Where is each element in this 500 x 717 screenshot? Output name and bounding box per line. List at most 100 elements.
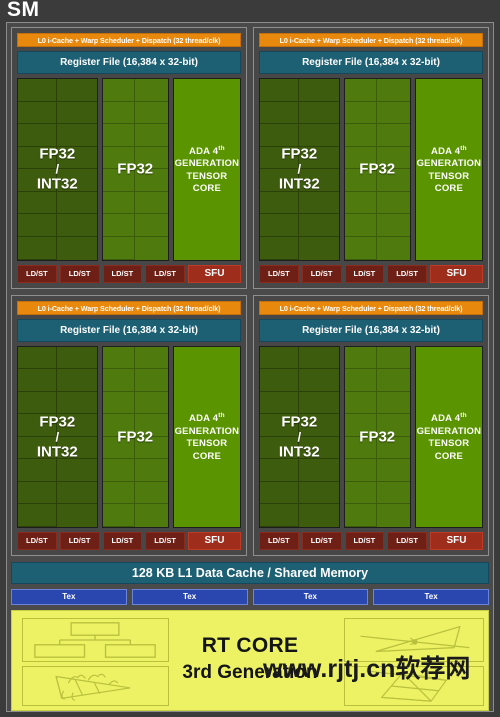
core-cell [344, 146, 378, 170]
core-cell [18, 459, 58, 482]
ldst-unit: LD/ST [145, 264, 185, 283]
sfu-unit: SFU [430, 264, 483, 283]
core-cell [57, 79, 97, 102]
core-cell [57, 192, 97, 215]
core-cell [260, 391, 300, 415]
ldst-sfu-row: LD/ST LD/ST LD/ST LD/ST SFU [17, 532, 241, 550]
tensor-core-line3: TENSOR CORE [186, 438, 228, 462]
core-cell [135, 169, 168, 192]
core-cell [18, 79, 58, 102]
core-cell [18, 391, 58, 415]
register-file-bar: Register File (16,384 x 32-bit) [17, 51, 241, 74]
register-file-bar: Register File (16,384 x 32-bit) [17, 318, 241, 342]
core-cell [344, 414, 378, 437]
ldst-unit: LD/ST [387, 264, 427, 283]
tensor-core-line3: TENSOR CORE [186, 170, 228, 195]
core-cell [102, 391, 136, 415]
core-cell [299, 79, 339, 102]
core-cell [135, 392, 168, 415]
core-cell [344, 79, 378, 102]
core-cell [57, 414, 97, 437]
fp32-block: FP32 [343, 78, 411, 261]
warp-scheduler-bar: L0 i-Cache + Warp Scheduler + Dispatch (… [17, 300, 241, 315]
ldst-unit: LD/ST [387, 532, 427, 550]
core-cell [57, 102, 97, 125]
core-cell [102, 369, 136, 392]
ldst-unit: LD/ST [59, 532, 100, 550]
core-area: FP32 / INT32 FP32 ADA 4th GENERATION TEN… [17, 345, 241, 528]
core-cell [377, 414, 410, 437]
core-cell [344, 459, 378, 482]
partition-top-left: L0 i-Cache + Warp Scheduler + Dispatch (… [11, 27, 247, 289]
tensor-core-line2: GENERATION [174, 425, 240, 437]
core-cell [135, 482, 168, 505]
core-cell [344, 391, 378, 415]
ldst-unit: LD/ST [344, 264, 385, 283]
fp32-int32-block: FP32 / INT32 [17, 345, 98, 528]
core-cell [18, 504, 58, 527]
tex-unit: Tex [373, 589, 489, 605]
sfu-unit: SFU [188, 532, 241, 550]
core-cell [377, 482, 410, 505]
tensor-core-block: ADA 4th GENERATION TENSOR CORE [172, 78, 241, 261]
core-cell [57, 392, 97, 415]
core-cell [377, 504, 410, 527]
core-cell [260, 214, 300, 237]
register-file-bar: Register File (16,384 x 32-bit) [259, 51, 483, 74]
core-cell [18, 481, 58, 505]
sfu-unit: SFU [188, 264, 241, 283]
ldst-sfu-row: LD/ST LD/ST LD/ST LD/ST SFU [259, 532, 483, 550]
core-cell [102, 169, 136, 192]
register-file-bar: Register File (16,384 x 32-bit) [259, 318, 483, 342]
core-cell [377, 437, 410, 460]
core-cell [135, 504, 168, 527]
partition-bottom-right: L0 i-Cache + Warp Scheduler + Dispatch (… [253, 294, 489, 556]
warp-scheduler-bar: L0 i-Cache + Warp Scheduler + Dispatch (… [259, 300, 483, 315]
tensor-core-sup: th [460, 144, 467, 152]
core-cell [18, 214, 58, 237]
core-cell [299, 169, 339, 192]
fp32-int32-block: FP32 / INT32 [259, 345, 340, 528]
core-cell [135, 459, 168, 482]
core-cell [18, 191, 58, 215]
tensor-core-line1: ADA 4 [189, 413, 219, 425]
core-cell [260, 369, 300, 392]
core-cell [377, 169, 410, 192]
core-cell [102, 436, 136, 460]
core-cell [135, 437, 168, 460]
core-cell [102, 236, 136, 260]
tensor-core-line1: ADA 4 [431, 145, 461, 157]
core-cell [377, 369, 410, 392]
tensor-core-sup: th [218, 144, 225, 152]
core-cell [18, 369, 58, 392]
core-cell [102, 101, 136, 125]
tensor-core-block: ADA 4th GENERATION TENSOR CORE [414, 345, 483, 528]
ldst-unit: LD/ST [301, 264, 342, 283]
core-cell [102, 124, 136, 147]
ldst-unit: LD/ST [102, 532, 143, 550]
tensor-core-line2: GENERATION [174, 158, 240, 170]
tensor-core-line1: ADA 4 [189, 145, 219, 157]
core-cell [57, 347, 97, 370]
ldst-unit: LD/ST [301, 532, 342, 550]
rt-core-title: RT CORE [201, 634, 299, 657]
tex-unit: Tex [11, 589, 127, 605]
ldst-unit: LD/ST [17, 532, 57, 550]
tex-unit-row: Tex Tex Tex Tex [11, 589, 489, 605]
core-cell [344, 214, 378, 237]
tex-unit: Tex [131, 589, 248, 605]
core-cell [299, 369, 339, 392]
core-cell [135, 147, 168, 170]
core-cell [260, 481, 300, 505]
core-cell [299, 147, 339, 170]
core-cell [135, 414, 168, 437]
core-cell [299, 482, 339, 505]
core-area: FP32 / INT32 FP32 ADA 4th GENERATION TEN… [259, 78, 483, 261]
tensor-core-block: ADA 4th GENERATION TENSOR CORE [414, 78, 483, 261]
core-cell [299, 102, 339, 125]
core-cell [260, 414, 300, 437]
core-cell [260, 346, 300, 370]
core-area: FP32 / INT32 FP32 ADA 4th GENERATION TEN… [259, 345, 483, 528]
ldst-unit: LD/ST [59, 264, 100, 283]
fp32-block: FP32 [101, 345, 169, 528]
